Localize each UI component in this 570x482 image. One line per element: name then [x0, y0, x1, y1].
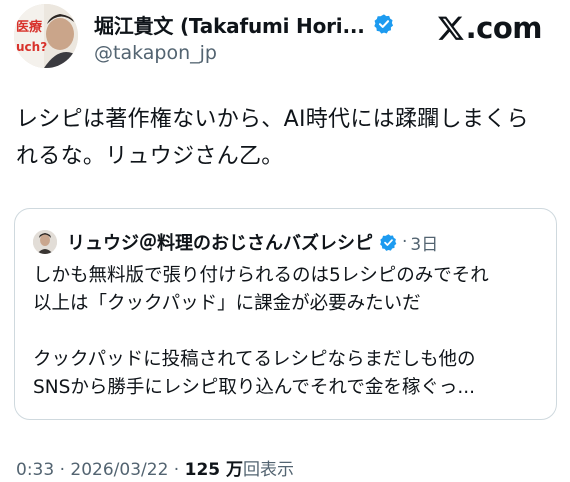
quoted-separator: ·: [402, 232, 408, 252]
quoted-timestamp[interactable]: 3日: [410, 230, 438, 255]
quoted-line: SNSから勝手にレシピ取り込んでそれで金を稼ぐっ...: [33, 377, 475, 398]
avatar-text: 医療: [16, 19, 43, 35]
views-count: 125 万: [184, 460, 244, 480]
verified-badge-icon: [379, 233, 398, 252]
quoted-line: しかも無料版で張り付けられるのは5レシピのみでそれ: [33, 265, 489, 286]
verified-badge-icon: [373, 13, 395, 35]
tweet-metadata: 0:33 · 2026/03/22 · 125 万回表示: [16, 455, 294, 480]
quoted-line: 以上は「クックパッド」に課金が必要みたいだ: [33, 293, 421, 314]
x-logo-icon: [437, 16, 464, 40]
tweet-text: レシピは著作権ないから、AI時代には蹂躙しまくら れるな。リュウジさん乙。: [16, 101, 556, 175]
quoted-line: クックパッドに投稿されてるレシピならまだしも他の: [33, 349, 476, 370]
tweet-line: れるな。リュウジさん乙。: [16, 144, 284, 169]
avatar-subtext: uch?: [16, 40, 47, 54]
quoted-author-name[interactable]: リュウジ＠料理のおじさんバズレシピ: [67, 229, 373, 255]
x-logo-text: .com: [465, 11, 543, 45]
tweet-line: レシピは著作権ないから、AI時代には蹂躙しまくら: [16, 107, 529, 132]
quoted-line-blank: [33, 318, 548, 346]
quoted-author-avatar[interactable]: [33, 230, 57, 254]
quoted-tweet-header: リュウジ＠料理のおじさんバズレシピ · 3日: [33, 229, 438, 255]
meta-separator: ·: [173, 460, 180, 480]
tweet-header: 医療 uch? 堀江貴文 (Takafumi Hori... @takapon_…: [14, 4, 556, 70]
quoted-tweet-text: しかも無料版で張り付けられるのは5レシピのみでそれ 以上は「クックパッド」に課金…: [33, 262, 548, 402]
author-handle[interactable]: @takapon_jp: [94, 42, 395, 64]
author-avatar[interactable]: 医療 uch?: [14, 4, 78, 68]
meta-separator: ·: [59, 460, 65, 480]
x-logo[interactable]: .com: [437, 10, 543, 46]
avatar-image: 医療 uch?: [14, 4, 78, 68]
post-date[interactable]: 2026/03/22: [70, 460, 168, 480]
author-name[interactable]: 堀江貴文 (Takafumi Hori...: [94, 10, 365, 39]
post-time[interactable]: 0:33: [16, 460, 54, 480]
views-label: 回表示: [243, 460, 295, 480]
quoted-tweet[interactable]: リュウジ＠料理のおじさんバズレシピ · 3日 しかも無料版で張り付けられるのは5…: [14, 208, 557, 420]
